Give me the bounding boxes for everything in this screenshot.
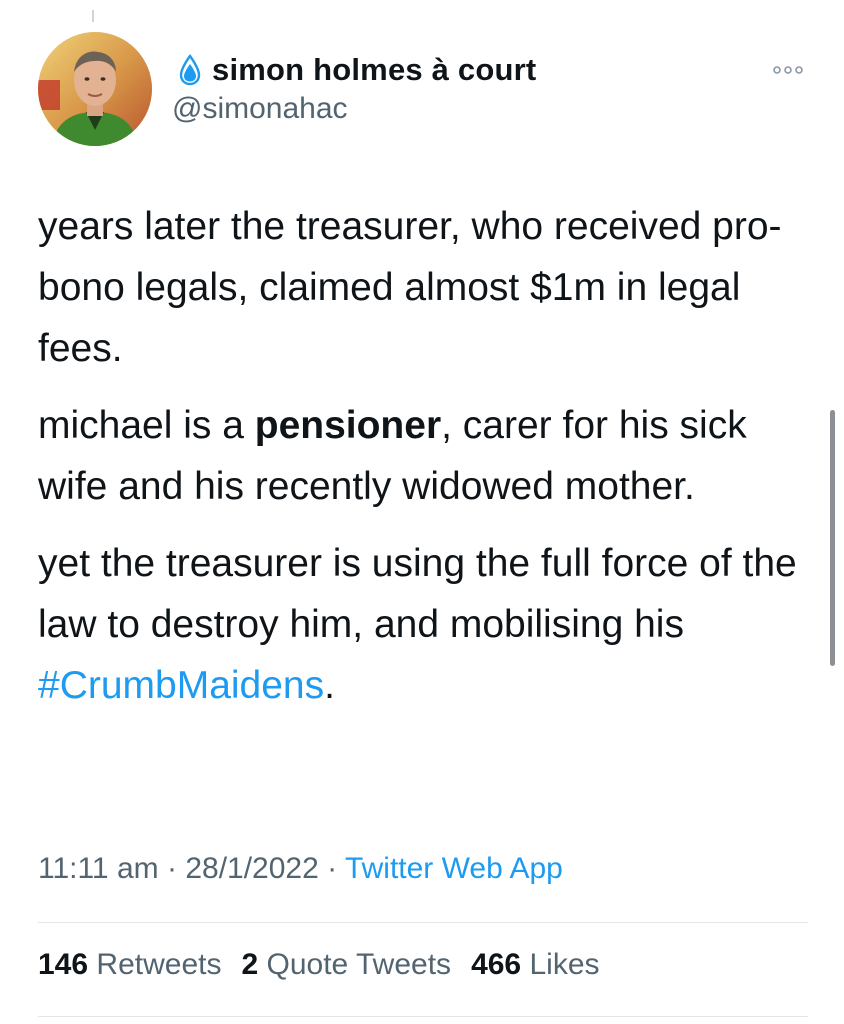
quote-tweets-stat[interactable]: 2 Quote Tweets [241,948,451,981]
meta-separator: · [327,852,338,885]
paragraph-text: michael is a [38,404,255,447]
paragraph-text: . [324,664,335,707]
likes-label: Likes [529,948,600,981]
likes-count: 466 [471,948,522,981]
avatar[interactable] [38,32,152,146]
bold-text: pensioner [254,404,442,447]
tweet-time[interactable]: 11:11 am [38,852,159,885]
retweets-count: 146 [38,948,89,981]
tweet-source-link[interactable]: Twitter Web App [345,852,563,885]
tweet-paragraph: michael is a pensioner, carer for his si… [38,395,818,517]
top-divider-tick [92,10,94,22]
scrollbar-thumb[interactable] [830,410,835,666]
tweet-date[interactable]: 28/1/2022 [185,852,318,885]
quote-tweets-count: 2 [241,948,259,981]
user-handle[interactable]: @simonahac [172,92,348,126]
tweet-stats: 146 Retweets 2 Quote Tweets 466 Likes [38,948,620,982]
divider [38,1016,808,1017]
tweet-text: years later the treasurer, who received … [38,196,818,732]
display-name: simon holmes à court [212,52,537,87]
more-horizontal-icon[interactable] [770,60,806,80]
divider [38,922,808,923]
tweet-meta: 11:11 am · 28/1/2022 · Twitter Web App [38,852,563,886]
likes-stat[interactable]: 466 Likes [471,948,599,981]
tweet-paragraph: years later the treasurer, who received … [38,196,818,379]
author-name-row[interactable]: simon holmes à court [178,52,536,88]
paragraph-text: years later the treasurer, who received … [38,205,782,370]
meta-separator: · [166,852,177,885]
profile-photo [38,32,152,146]
paragraph-text: yet the treasurer is using the full forc… [38,542,797,646]
hashtag-link[interactable]: #CrumbMaidens [38,664,324,707]
quote-tweets-label: Quote Tweets [266,948,452,981]
water-drop-icon [179,54,201,86]
retweets-stat[interactable]: 146 Retweets [38,948,221,981]
retweets-label: Retweets [96,948,222,981]
tweet-paragraph: yet the treasurer is using the full forc… [38,533,818,716]
